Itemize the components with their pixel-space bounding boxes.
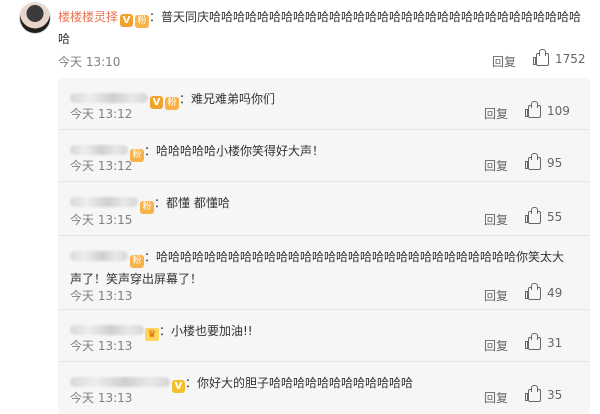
like-button[interactable]: 95 bbox=[525, 152, 563, 170]
verified-badge-icon: V bbox=[172, 380, 185, 393]
like-button[interactable]: 55 bbox=[525, 206, 563, 224]
username[interactable]: 楼楼楼灵择 bbox=[58, 10, 118, 24]
thumbs-up-icon bbox=[525, 100, 541, 118]
main-comment: 楼楼楼灵择 V 粉：普天同庆哈哈哈哈哈哈哈哈哈哈哈哈哈哈哈哈哈哈哈哈哈哈哈哈哈哈哈哈… bbox=[0, 0, 600, 78]
verified-badge-icon: V bbox=[120, 14, 134, 27]
reply-content: ：哈哈哈哈哈哈哈哈哈哈哈哈哈哈哈哈哈哈哈哈哈哈哈哈哈哈哈哈哈哈你笑太大声了！笑声… bbox=[70, 250, 565, 286]
reply-time: 今天 13:12 bbox=[70, 107, 133, 121]
reply-content: ：哈哈哈哈哈小楼你笑得好大声！ bbox=[144, 144, 325, 158]
like-count: 95 bbox=[547, 156, 563, 170]
thumbs-up-icon bbox=[525, 206, 541, 224]
crown-badge-icon: ♛ bbox=[145, 328, 159, 341]
reply-content: ：小楼也要加油!! bbox=[159, 324, 253, 338]
reply-button[interactable]: 回复 bbox=[484, 337, 508, 354]
like-button[interactable]: 1752 bbox=[533, 48, 586, 66]
reply-content: ：都懂 都懂哈 bbox=[154, 196, 230, 210]
reply-button[interactable]: 回复 bbox=[484, 389, 508, 406]
like-button[interactable]: 31 bbox=[525, 332, 563, 350]
reply-list: V 粉：难兄难弟吗你们 今天 13:12 回复 109 粉：哈哈哈哈哈小楼你笑得好… bbox=[58, 78, 590, 414]
reply-button[interactable]: 回复 bbox=[484, 211, 508, 228]
blurred-username bbox=[70, 325, 144, 335]
comment-time: 今天 13:10 bbox=[58, 55, 121, 69]
blurred-username bbox=[70, 93, 148, 103]
reply-time: 今天 13:13 bbox=[70, 339, 133, 353]
reply-text: 粉：哈哈哈哈哈哈哈哈哈哈哈哈哈哈哈哈哈哈哈哈哈哈哈哈哈哈哈哈哈哈你笑太大声了！笑… bbox=[70, 246, 575, 290]
reply-time: 今天 13:13 bbox=[70, 289, 133, 303]
like-count: 35 bbox=[547, 388, 563, 402]
thumbs-up-icon bbox=[533, 48, 549, 66]
verified-badge-icon: V bbox=[150, 96, 163, 109]
reply-item: ♛ ：小楼也要加油!! 今天 13:13 回复 31 bbox=[58, 310, 590, 362]
fan-badge-icon: 粉 bbox=[135, 15, 150, 28]
like-button[interactable]: 109 bbox=[525, 100, 570, 118]
main-comment-text: 楼楼楼灵择 V 粉：普天同庆哈哈哈哈哈哈哈哈哈哈哈哈哈哈哈哈哈哈哈哈哈哈哈哈哈哈哈哈… bbox=[58, 6, 588, 50]
like-count: 1752 bbox=[555, 52, 586, 66]
reply-item: V ：你好大的胆子哈哈哈哈哈哈哈哈哈哈哈哈 今天 13:13 回复 35 bbox=[58, 362, 590, 414]
blurred-username bbox=[70, 251, 128, 261]
reply-button[interactable]: 回复 bbox=[484, 105, 508, 122]
reply-time: 今天 13:13 bbox=[70, 391, 133, 405]
thumbs-up-icon bbox=[525, 332, 541, 350]
reply-time: 今天 13:15 bbox=[70, 213, 133, 227]
reply-button[interactable]: 回复 bbox=[492, 53, 516, 70]
reply-button[interactable]: 回复 bbox=[484, 157, 508, 174]
like-button[interactable]: 49 bbox=[525, 282, 563, 300]
reply-item: 粉：都懂 都懂哈 今天 13:15 回复 55 bbox=[58, 182, 590, 236]
blurred-username bbox=[70, 377, 170, 387]
fan-badge-icon: 粉 bbox=[140, 201, 154, 214]
fan-badge-icon: 粉 bbox=[165, 97, 179, 110]
fan-badge-icon: 粉 bbox=[130, 255, 144, 268]
blurred-username bbox=[70, 145, 128, 155]
thumbs-up-icon bbox=[525, 384, 541, 402]
reply-time: 今天 13:12 bbox=[70, 159, 133, 173]
reply-button[interactable]: 回复 bbox=[484, 287, 508, 304]
reply-item: V 粉：难兄难弟吗你们 今天 13:12 回复 109 bbox=[58, 78, 590, 130]
like-count: 109 bbox=[547, 104, 570, 118]
like-count: 31 bbox=[547, 336, 563, 350]
like-button[interactable]: 35 bbox=[525, 384, 563, 402]
thumbs-up-icon bbox=[525, 282, 541, 300]
reply-content: ：难兄难弟吗你们 bbox=[179, 92, 276, 106]
avatar[interactable] bbox=[20, 3, 50, 33]
reply-item: 粉：哈哈哈哈哈小楼你笑得好大声！ 今天 13:12 回复 95 bbox=[58, 130, 590, 182]
reply-content: ：你好大的胆子哈哈哈哈哈哈哈哈哈哈哈哈 bbox=[185, 376, 414, 390]
like-count: 49 bbox=[547, 286, 563, 300]
thumbs-up-icon bbox=[525, 152, 541, 170]
blurred-username bbox=[70, 197, 138, 207]
like-count: 55 bbox=[547, 210, 563, 224]
reply-item: 粉：哈哈哈哈哈哈哈哈哈哈哈哈哈哈哈哈哈哈哈哈哈哈哈哈哈哈哈哈哈哈你笑太大声了！笑… bbox=[58, 236, 590, 310]
